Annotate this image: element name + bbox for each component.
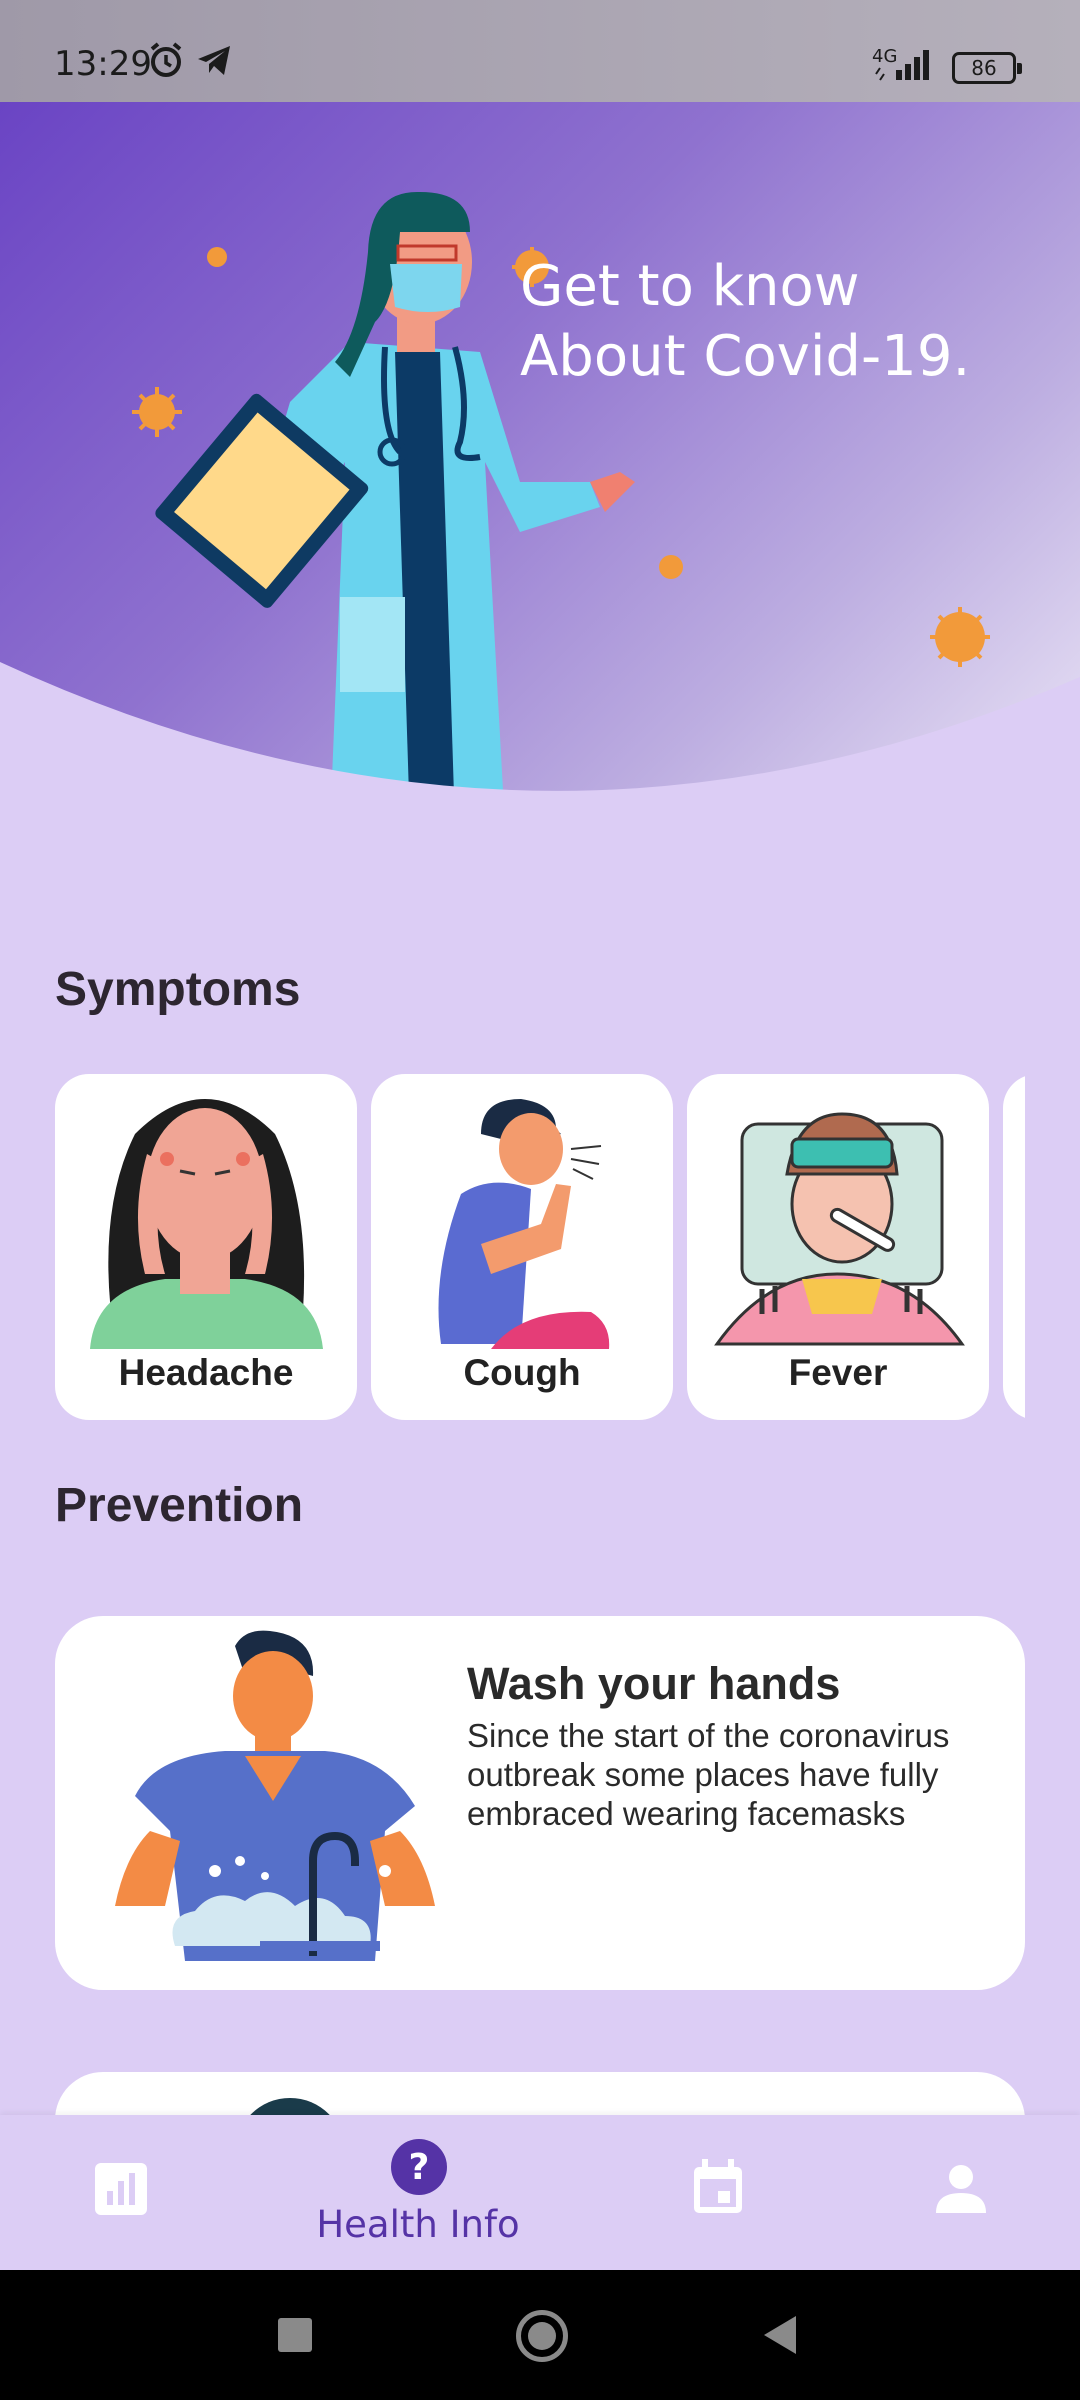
hero-title-line2: About Covid-19.: [520, 324, 971, 389]
hero-curve: [0, 662, 1080, 862]
prevention-item-text: Since the start of the coronavirus outbr…: [467, 1717, 950, 1832]
symptom-card-cough[interactable]: Cough: [371, 1074, 673, 1420]
headache-illustration: [90, 1099, 323, 1349]
back-button[interactable]: [760, 2314, 800, 2356]
status-bar: 13:29 4G 86: [0, 0, 1080, 102]
nav-item-calendar[interactable]: [660, 2115, 780, 2270]
symptom-label: Fever: [788, 1352, 888, 1393]
handwashing-illustration: [115, 1630, 435, 1961]
symptom-label: Cough: [463, 1352, 581, 1393]
bottom-navigation: ? Health Info: [0, 2115, 1080, 2270]
nav-label-health-info: Health Info: [316, 2203, 520, 2246]
system-navigation-bar: [0, 2270, 1080, 2400]
home-button[interactable]: [516, 2310, 568, 2362]
hero-banner: Get to know About Covid-19.: [0, 102, 1080, 862]
symptom-card-fever[interactable]: Fever: [687, 1074, 989, 1420]
hero-title: Get to know About Covid-19.: [520, 252, 970, 392]
fever-illustration: [714, 1112, 965, 1346]
prevention-item-title: Wash your hands: [467, 1658, 841, 1709]
signal-icon: [875, 50, 929, 81]
symptoms-title: Symptoms: [55, 963, 301, 1016]
person-icon: [936, 2165, 986, 2213]
battery-icon: 86: [952, 52, 1022, 84]
telegram-icon: [198, 46, 230, 75]
alarm-icon: [150, 42, 182, 77]
symptom-card-partial[interactable]: [1003, 1074, 1025, 1420]
nav-item-profile[interactable]: [900, 2115, 1020, 2270]
symptoms-list[interactable]: Headache Cough Fever: [55, 1074, 1025, 1422]
battery-level: 86: [971, 56, 997, 80]
prevention-title: Prevention: [55, 1479, 304, 1532]
svg-text:?: ?: [409, 2147, 430, 2188]
prevention-card-wash-hands[interactable]: Wash your hands Since the start of the c…: [55, 1616, 1025, 1990]
recents-button[interactable]: [278, 2318, 312, 2352]
stats-icon: [95, 2163, 147, 2215]
symptom-label: Headache: [118, 1352, 294, 1393]
symptom-card-headache[interactable]: Headache: [55, 1074, 357, 1420]
hero-title-line1: Get to know: [520, 254, 860, 319]
help-icon: ?: [391, 2139, 447, 2195]
calendar-icon: [694, 2159, 742, 2213]
nav-item-health-info[interactable]: ? Health Info: [268, 2115, 568, 2270]
nav-item-stats[interactable]: [0, 2115, 240, 2270]
cough-illustration: [438, 1099, 610, 1349]
status-time: 13:29: [54, 44, 152, 84]
